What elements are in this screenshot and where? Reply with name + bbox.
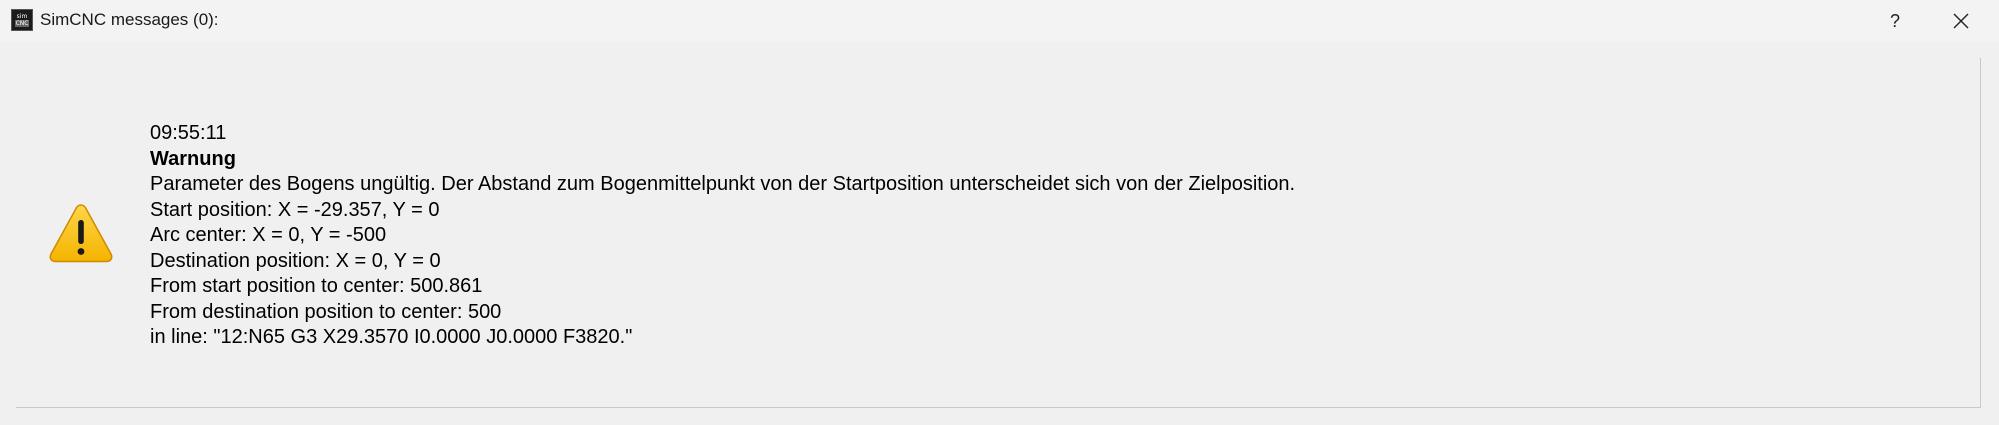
help-button[interactable]: ?: [1872, 4, 1918, 38]
start-position: Start position: X = -29.357, Y = 0: [150, 198, 440, 221]
message-description: Parameter des Bogens ungültig. Der Absta…: [150, 173, 1296, 195]
close-button[interactable]: [1938, 4, 1984, 38]
messages-window: sim CNC SimCNC messages (0): ? 09:55:11 …: [0, 0, 1999, 425]
arc-center: Arc center: X = 0, Y = -500: [150, 224, 387, 246]
in-line: in line: "12:N65 G3 X29.3570 I0.0000 J0.…: [150, 326, 633, 348]
title-bar[interactable]: sim CNC SimCNC messages (0): ?: [0, 0, 1999, 42]
from-start-to-center: From start position to center: 500.861: [150, 275, 483, 297]
simcnc-app-icon: sim CNC: [11, 9, 33, 31]
destination-position: Destination position: X = 0, Y = 0: [150, 249, 441, 272]
app-icon-bottom-text: CNC: [14, 20, 30, 27]
app-icon-top-text: sim: [16, 13, 28, 20]
close-icon: [1953, 13, 1969, 29]
message-body: 09:55:11 Warnung Parameter des Bogens un…: [150, 121, 1295, 351]
message-time: 09:55:11: [150, 122, 227, 144]
from-destination-to-center: From destination position to center: 500: [150, 300, 502, 323]
warning-triangle-icon: [49, 204, 113, 263]
window-title: SimCNC messages (0):: [40, 10, 219, 29]
message-level: Warnung: [150, 147, 236, 170]
